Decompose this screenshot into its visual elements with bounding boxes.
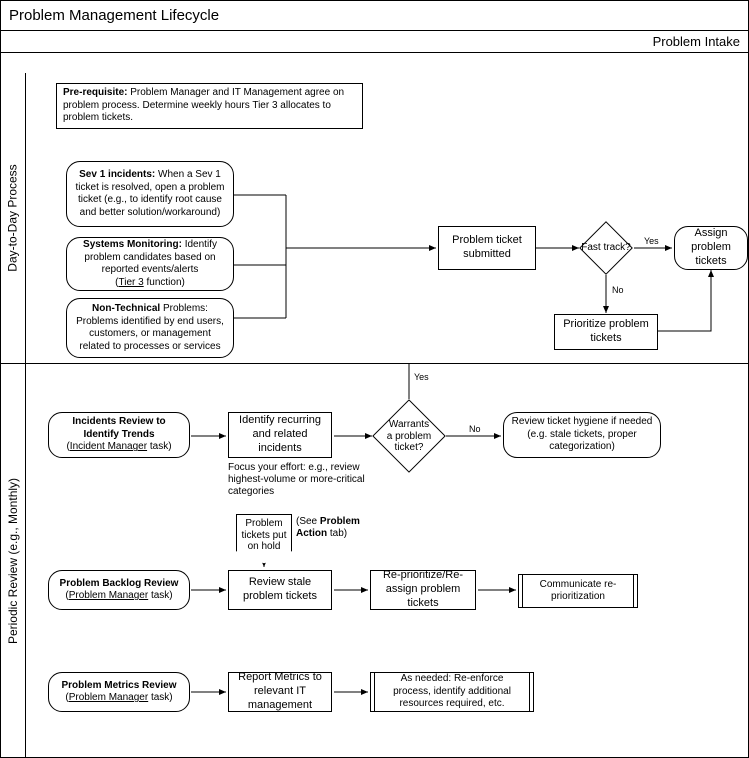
warrants-no-label: No [469,424,481,435]
communicate-box: Communicate re-prioritization [518,574,638,608]
report-metrics-box: Report Metrics to relevant IT management [228,672,332,712]
systems-monitoring-box: Systems Monitoring: Identify problem can… [66,237,234,291]
swimlane-periodic-label: Periodic Review (e.g., Monthly) [1,363,26,757]
review-stale-box: Review stale problem tickets [228,570,332,610]
lane-day-to-day: Pre-requisite: Problem Manager and IT Ma… [26,73,748,363]
prerequisite-box: Pre-requisite: Problem Manager and IT Ma… [56,83,363,129]
backlog-review-box: Problem Backlog Review (Problem Manager … [48,570,190,610]
prioritize-problem-tickets-box: Prioritize problem tickets [554,314,658,350]
fast-track-no-label: No [612,285,624,296]
fast-track-yes-label: Yes [644,236,659,247]
incidents-review-box: Incidents Review to Identify Trends (Inc… [48,412,190,458]
page-title: Problem Management Lifecycle [1,1,748,31]
lane-periodic: Incidents Review to Identify Trends (Inc… [26,363,748,757]
page-subtitle: Problem Intake [1,31,748,53]
warrants-yes-label: Yes [414,372,429,383]
fast-track-decision [579,221,633,275]
review-hygiene-box: Review ticket hygiene if needed (e.g. st… [503,412,661,458]
as-needed-box: As needed: Re-enforce process, identify … [370,672,534,712]
identify-note: Focus your effort: e.g., review highest-… [228,462,368,498]
non-technical-box: Non-Technical Problems: Problems identif… [66,298,234,358]
metrics-review-box: Problem Metrics Review (Problem Manager … [48,672,190,712]
sev1-incidents-box: Sev 1 incidents: When a Sev 1 ticket is … [66,161,234,227]
identify-recurring-box: Identify recurring and related incidents [228,412,332,458]
diagram-page: Problem Management Lifecycle Problem Int… [0,0,749,758]
on-hold-pentagon: Problem tickets put on hold [236,514,292,564]
warrants-decision [372,399,446,473]
problem-ticket-submitted-box: Problem ticket submitted [438,226,536,270]
swimlane-day-to-day-label: Day-to-Day Process [1,73,26,363]
on-hold-note: (See Problem Action tab) [296,516,386,540]
reprioritize-box: Re-prioritize/Re-assign problem tickets [370,570,476,610]
assign-problem-tickets-box: Assign problem tickets [674,226,748,270]
